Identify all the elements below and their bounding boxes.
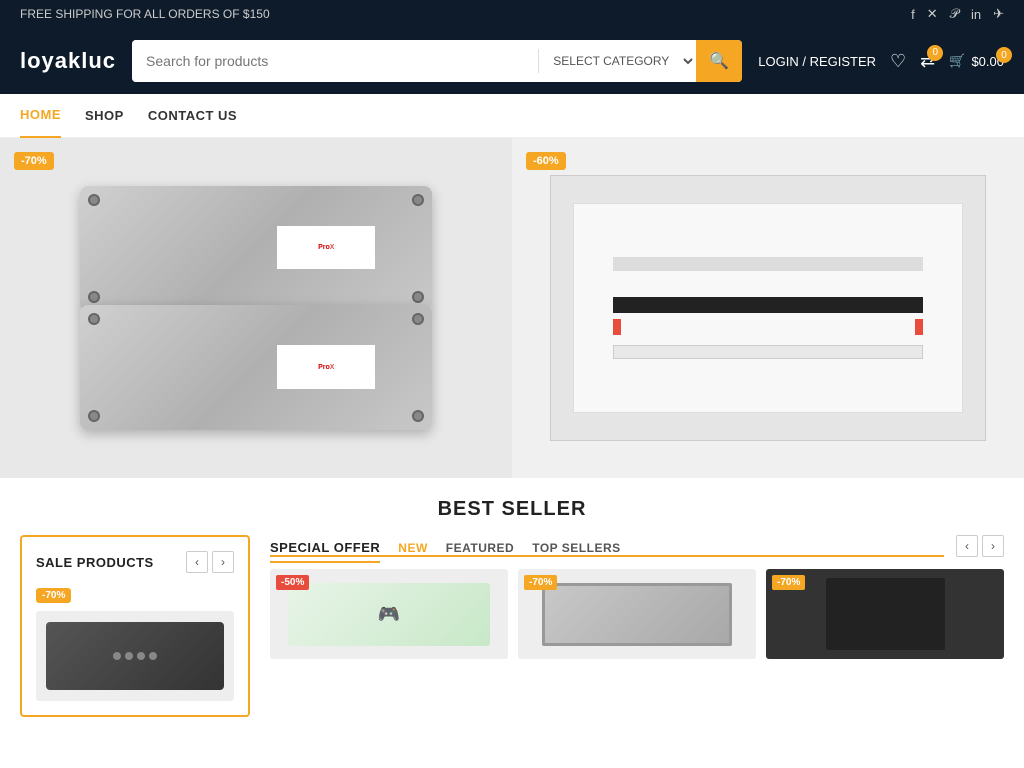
plate-top: ProX	[80, 186, 431, 311]
cart-button[interactable]: 🛒 0 $0.00	[949, 53, 1004, 69]
header-actions: LOGIN / REGISTER ♡ ⇄ 0 🛒 0 $0.00	[758, 51, 1004, 72]
shelf-accents	[613, 319, 923, 335]
so-next-button[interactable]: ›	[982, 535, 1004, 557]
sale-products-nav: ‹ ›	[186, 551, 234, 573]
plate-label-bottom: ProX	[277, 345, 375, 389]
hero-left-image: ProX ProX	[0, 138, 512, 478]
so-product-2[interactable]: -70%	[518, 569, 756, 659]
search-button[interactable]: 🔍	[696, 40, 742, 82]
sale-badge: -70%	[36, 588, 71, 603]
mixer-knobs	[113, 652, 157, 660]
colorful-product-img: 🎮	[288, 583, 490, 646]
sale-product-image	[36, 611, 234, 701]
hero-left-badge: -70%	[14, 152, 54, 170]
shelf-accent-right	[915, 319, 923, 335]
special-offer-products: -50% 🎮 -70% -70%	[270, 569, 1004, 659]
special-offer-tabs-row: SPECIAL OFFER NEW FEATURED TOP SELLERS	[270, 540, 944, 557]
special-offer-title: SPECIAL OFFER	[270, 540, 380, 563]
cart-badge: 0	[996, 47, 1012, 63]
hero-left[interactable]: ProX ProX -70%	[0, 138, 512, 478]
category-select[interactable]: SELECT CATEGORY	[539, 40, 696, 82]
heart-icon: ♡	[890, 51, 906, 71]
plate-hole-tr	[412, 194, 424, 206]
wishlist-button[interactable]: ♡	[890, 51, 906, 72]
so-tab-top-sellers[interactable]: TOP SELLERS	[532, 541, 620, 555]
knob-3	[137, 652, 145, 660]
plate-bottom: ProX	[80, 305, 431, 430]
so-product-2-badge: -70%	[524, 575, 557, 590]
shelf-top-bar	[613, 257, 923, 271]
so-product-1-badge: -50%	[276, 575, 309, 590]
compare-button[interactable]: ⇄ 0	[920, 51, 935, 72]
so-product-3[interactable]: -70%	[766, 569, 1004, 659]
special-offer-header: SPECIAL OFFER NEW FEATURED TOP SELLERS ‹…	[270, 535, 1004, 557]
shelf-product	[550, 175, 985, 440]
telegram-icon[interactable]: ✈	[993, 6, 1004, 22]
knob-4	[149, 652, 157, 660]
login-register-link[interactable]: LOGIN / REGISTER	[758, 54, 876, 69]
best-seller-section: BEST SELLER	[0, 478, 1024, 521]
special-offer-box: SPECIAL OFFER NEW FEATURED TOP SELLERS ‹…	[250, 535, 1004, 717]
nav-item-shop[interactable]: SHOP	[85, 94, 124, 137]
plate-hole-2-br	[412, 410, 424, 422]
plate-hole-tl	[88, 194, 100, 206]
black-box-product-img	[826, 578, 945, 650]
twitter-x-icon[interactable]: ✕	[927, 6, 938, 22]
so-tab-new[interactable]: NEW	[398, 541, 428, 555]
hero-right[interactable]: -60%	[512, 138, 1024, 478]
plate-hole-2-tr	[412, 313, 424, 325]
plate-hole-bl	[88, 291, 100, 303]
sale-prev-button[interactable]: ‹	[186, 551, 208, 573]
nav-item-contact[interactable]: CONTACT US	[148, 94, 237, 137]
compare-badge: 0	[927, 45, 943, 61]
plate-hole-2-bl	[88, 410, 100, 422]
shelf-accent-left	[613, 319, 621, 335]
header: loyakluc SELECT CATEGORY 🔍 LOGIN / REGIS…	[0, 28, 1024, 94]
linkedin-icon[interactable]: in	[971, 7, 981, 22]
so-prev-button[interactable]: ‹	[956, 535, 978, 557]
shelf-inner	[573, 203, 963, 414]
hero-banners: ProX ProX -70%	[0, 138, 1024, 478]
best-seller-title: BEST SELLER	[20, 498, 1004, 521]
so-product-3-image: -70%	[766, 569, 1004, 659]
plate-hole-2-tl	[88, 313, 100, 325]
plate-hole-br	[412, 291, 424, 303]
shelf-main-bar	[613, 297, 923, 313]
so-product-3-badge: -70%	[772, 575, 805, 590]
shipping-text: FREE SHIPPING FOR ALL ORDERS OF $150	[20, 7, 270, 21]
cart-icon: 🛒	[949, 53, 965, 69]
knob-1	[113, 652, 121, 660]
sale-products-box: SALE PRODUCTS ‹ › -70%	[20, 535, 250, 717]
main-nav: HOME SHOP CONTACT US	[0, 94, 1024, 138]
so-product-1[interactable]: -50% 🎮	[270, 569, 508, 659]
shelf-bottom-area	[613, 345, 923, 359]
search-bar: SELECT CATEGORY 🔍	[132, 40, 742, 82]
social-icons: f ✕ 𝒫 in ✈	[911, 6, 1004, 22]
search-icon: 🔍	[709, 51, 729, 71]
sale-next-button[interactable]: ›	[212, 551, 234, 573]
mixer-product	[46, 622, 224, 690]
nav-item-home[interactable]: HOME	[20, 93, 61, 138]
bottom-section: SALE PRODUCTS ‹ › -70% SPECIAL OFFER	[0, 521, 1024, 731]
plate-label-top: ProX	[277, 226, 375, 270]
metal-plate-product: ProX ProX	[56, 172, 455, 444]
knob-2	[125, 652, 133, 660]
top-bar: FREE SHIPPING FOR ALL ORDERS OF $150 f ✕…	[0, 0, 1024, 28]
so-tab-featured[interactable]: FEATURED	[446, 541, 514, 555]
pinterest-icon[interactable]: 𝒫	[950, 6, 959, 22]
site-logo[interactable]: loyakluc	[20, 48, 116, 74]
sale-products-header: SALE PRODUCTS ‹ ›	[36, 551, 234, 573]
hero-right-badge: -60%	[526, 152, 566, 170]
so-product-2-image: -70%	[518, 569, 756, 659]
metal-frame-product-img	[542, 583, 732, 646]
sale-products-title: SALE PRODUCTS	[36, 555, 154, 570]
so-product-1-image: -50% 🎮	[270, 569, 508, 659]
facebook-icon[interactable]: f	[911, 7, 915, 22]
search-input[interactable]	[132, 40, 538, 82]
special-offer-nav: ‹ ›	[956, 535, 1004, 557]
hero-right-image	[512, 138, 1024, 478]
